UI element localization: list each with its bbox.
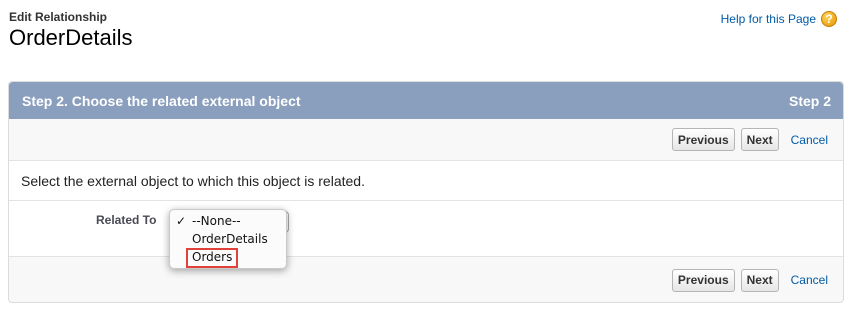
highlight-box: [186, 248, 238, 268]
instruction-text: Select the external object to which this…: [9, 161, 843, 201]
next-button[interactable]: Next: [740, 128, 779, 151]
next-button-bottom[interactable]: Next: [740, 268, 779, 292]
related-to-label: Related To: [96, 213, 157, 227]
previous-button[interactable]: Previous: [671, 128, 735, 151]
help-link[interactable]: Help for this Page: [721, 12, 816, 26]
option-none[interactable]: ✓ --None--: [170, 212, 286, 230]
cancel-link[interactable]: Cancel: [791, 133, 828, 147]
step-panel: Step 2. Choose the related external obje…: [8, 81, 844, 303]
checkmark-icon: ✓: [176, 214, 187, 228]
bottom-button-row: Previous Next Cancel: [9, 256, 843, 303]
option-orderdetails[interactable]: OrderDetails: [170, 230, 286, 248]
previous-button-bottom[interactable]: Previous: [671, 268, 735, 292]
page-title: OrderDetails: [9, 25, 133, 50]
related-to-row: Related To: [9, 201, 843, 256]
option-label: OrderDetails: [192, 232, 268, 246]
step-title: Step 2. Choose the related external obje…: [22, 92, 301, 109]
question-icon[interactable]: ?: [821, 11, 837, 27]
step-number: Step 2: [788, 92, 831, 109]
top-button-row: Previous Next Cancel: [9, 119, 843, 161]
help-area: Help for this Page ?: [721, 11, 837, 27]
page-subtitle: Edit Relationship: [9, 10, 108, 24]
cancel-link-bottom[interactable]: Cancel: [791, 273, 828, 287]
option-label: --None--: [192, 214, 241, 228]
page-header: Edit Relationship OrderDetails: [9, 10, 132, 51]
panel-header: Step 2. Choose the related external obje…: [9, 82, 843, 119]
related-to-dropdown[interactable]: ✓ --None-- OrderDetails Orders: [169, 209, 287, 269]
